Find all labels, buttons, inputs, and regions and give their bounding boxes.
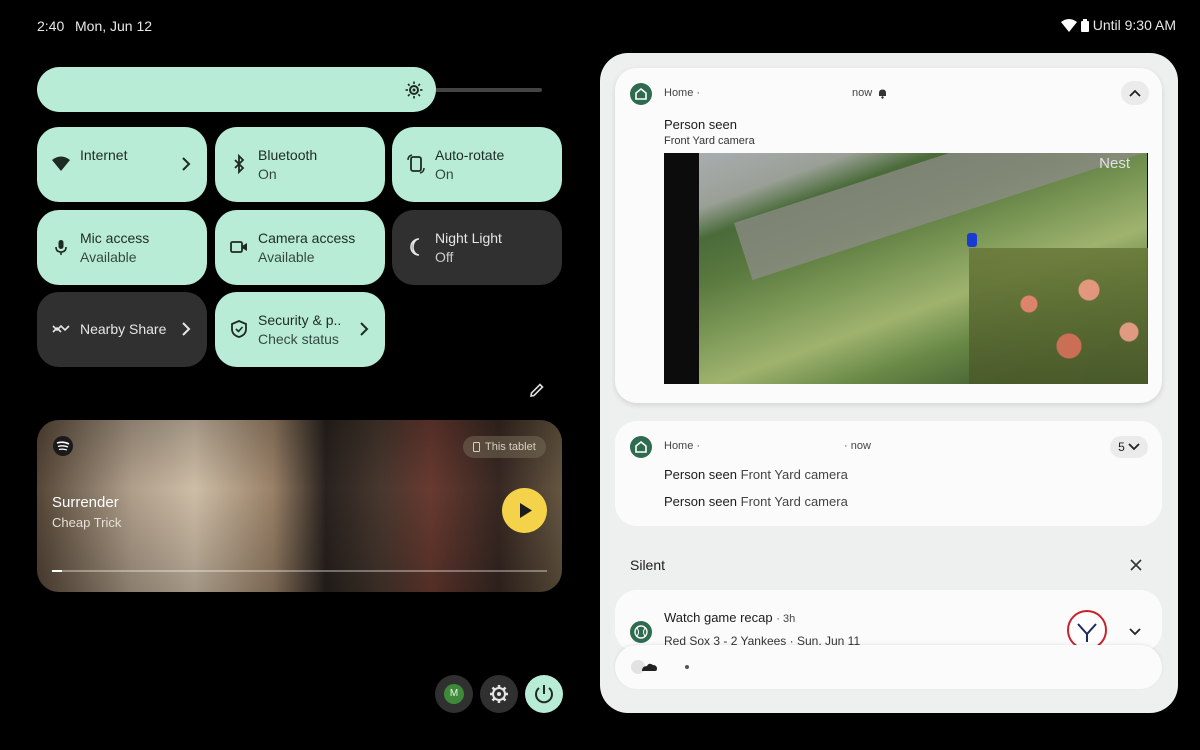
notification-app-name: Home bbox=[664, 440, 694, 452]
settings-button[interactable] bbox=[480, 675, 518, 713]
tile-night-light[interactable]: Night Light Off bbox=[392, 210, 562, 285]
spotify-icon bbox=[53, 436, 73, 456]
tile-camera-access[interactable]: Camera access Available bbox=[215, 210, 385, 285]
chevron-down-icon bbox=[1128, 443, 1140, 451]
play-icon bbox=[520, 503, 532, 518]
output-device-chip[interactable]: This tablet bbox=[463, 436, 546, 458]
wifi-icon bbox=[52, 156, 70, 171]
chevron-right-icon bbox=[182, 157, 191, 171]
gear-icon bbox=[490, 685, 508, 703]
group-row: Person seen Front Yard camera bbox=[664, 467, 848, 482]
tablet-icon bbox=[473, 442, 480, 452]
detected-person bbox=[967, 233, 977, 247]
camera-snapshot[interactable]: Nest bbox=[664, 153, 1148, 384]
shield-icon bbox=[231, 320, 247, 338]
tile-title: Internet bbox=[80, 147, 128, 163]
chevron-right-icon bbox=[360, 322, 369, 336]
tile-bluetooth[interactable]: Bluetooth On bbox=[215, 127, 385, 202]
notification-time: now bbox=[850, 440, 871, 452]
battery-icon bbox=[1080, 18, 1089, 32]
notification-app-name: Home bbox=[664, 87, 694, 99]
notification-time: 3h bbox=[782, 613, 796, 625]
home-app-icon bbox=[630, 436, 652, 458]
notification-home-group[interactable]: Home · · now 5 Person seen Front Yard ca… bbox=[615, 421, 1162, 526]
notification-title: Person seen bbox=[664, 117, 737, 132]
tile-title: Bluetooth bbox=[258, 147, 318, 163]
notification-title: Watch game recap bbox=[664, 610, 773, 625]
tile-auto-rotate[interactable]: Auto-rotate On bbox=[392, 127, 562, 202]
seek-progress bbox=[52, 570, 62, 572]
tile-security-privacy[interactable]: Security & p.. Check status bbox=[215, 292, 385, 367]
avatar: M bbox=[444, 684, 464, 704]
home-app-icon bbox=[630, 83, 652, 105]
brightness-slider[interactable] bbox=[37, 67, 436, 112]
brightness-icon bbox=[405, 81, 423, 99]
bluetooth-icon bbox=[234, 154, 245, 174]
close-icon[interactable] bbox=[1130, 559, 1142, 571]
tile-mic-access[interactable]: Mic access Available bbox=[37, 210, 207, 285]
tile-subtitle: On bbox=[435, 166, 454, 182]
notification-collapsed-row[interactable] bbox=[615, 645, 1162, 689]
flower-bush bbox=[969, 248, 1148, 384]
tile-subtitle: Available bbox=[80, 249, 137, 265]
video-camera-icon bbox=[230, 241, 247, 253]
tile-subtitle: Check status bbox=[258, 331, 339, 347]
tile-title: Camera access bbox=[258, 230, 356, 246]
power-button[interactable] bbox=[525, 675, 563, 713]
microphone-icon bbox=[55, 240, 67, 255]
edit-pencil-icon[interactable] bbox=[528, 381, 546, 399]
media-player[interactable]: This tablet Surrender Cheap Trick bbox=[37, 420, 562, 592]
tile-subtitle: Available bbox=[258, 249, 315, 265]
dot-indicator bbox=[685, 665, 689, 669]
tile-title: Night Light bbox=[435, 230, 502, 246]
rotate-icon bbox=[407, 154, 425, 174]
group-row: Person seen Front Yard camera bbox=[664, 494, 848, 509]
tile-title: Auto-rotate bbox=[435, 147, 505, 163]
tile-title: Nearby Share bbox=[80, 321, 167, 337]
bell-icon bbox=[879, 89, 887, 99]
cloud-icon bbox=[631, 660, 657, 674]
user-switcher-button[interactable]: M bbox=[435, 675, 473, 713]
tile-internet[interactable]: Internet bbox=[37, 127, 207, 202]
group-count: 5 bbox=[1118, 440, 1125, 454]
tile-subtitle: Off bbox=[435, 249, 454, 265]
notification-shade: Home · now Person seen Front Yard camera… bbox=[600, 53, 1178, 713]
chevron-right-icon bbox=[182, 322, 191, 336]
status-date: Mon, Jun 12 bbox=[75, 18, 153, 34]
tile-title: Security & p.. bbox=[258, 312, 342, 328]
artist-name: Cheap Trick bbox=[52, 515, 122, 530]
power-icon bbox=[535, 685, 553, 704]
baseball-icon bbox=[630, 621, 652, 643]
song-title: Surrender bbox=[52, 494, 119, 511]
group-row-title: Person seen bbox=[664, 467, 737, 482]
status-right: Until 9:30 AM bbox=[1060, 17, 1176, 33]
notification-sports[interactable]: Watch game recap · 3h Red Sox 3 - 2 Yank… bbox=[615, 590, 1162, 652]
collapse-button[interactable] bbox=[1121, 81, 1149, 105]
moon-icon bbox=[410, 238, 420, 256]
chevron-down-icon[interactable] bbox=[1127, 623, 1143, 639]
tile-nearby-share[interactable]: Nearby Share bbox=[37, 292, 207, 367]
camera-image bbox=[699, 153, 1148, 384]
group-row-text: Front Yard camera bbox=[740, 494, 848, 509]
yankees-logo bbox=[1067, 610, 1107, 650]
tile-title: Mic access bbox=[80, 230, 150, 246]
seek-bar[interactable] bbox=[52, 570, 547, 572]
notification-home-camera[interactable]: Home · now Person seen Front Yard camera… bbox=[615, 68, 1162, 403]
group-row-title: Person seen bbox=[664, 494, 737, 509]
alarm-text: Until 9:30 AM bbox=[1092, 17, 1176, 33]
group-row-text: Front Yard camera bbox=[740, 467, 848, 482]
notification-time: now bbox=[852, 87, 873, 99]
expand-group-button[interactable]: 5 bbox=[1110, 436, 1148, 458]
nest-watermark: Nest bbox=[1099, 155, 1130, 172]
wifi-icon bbox=[1060, 18, 1077, 32]
status-time: 2:40 bbox=[37, 18, 65, 34]
nearby-share-icon bbox=[52, 324, 70, 333]
tile-subtitle: On bbox=[258, 166, 277, 182]
notification-text: Front Yard camera bbox=[664, 135, 755, 147]
play-button[interactable] bbox=[502, 488, 547, 533]
chevron-up-icon bbox=[1129, 89, 1141, 97]
silent-section-header: Silent bbox=[630, 557, 666, 573]
output-device-label: This tablet bbox=[485, 441, 536, 453]
